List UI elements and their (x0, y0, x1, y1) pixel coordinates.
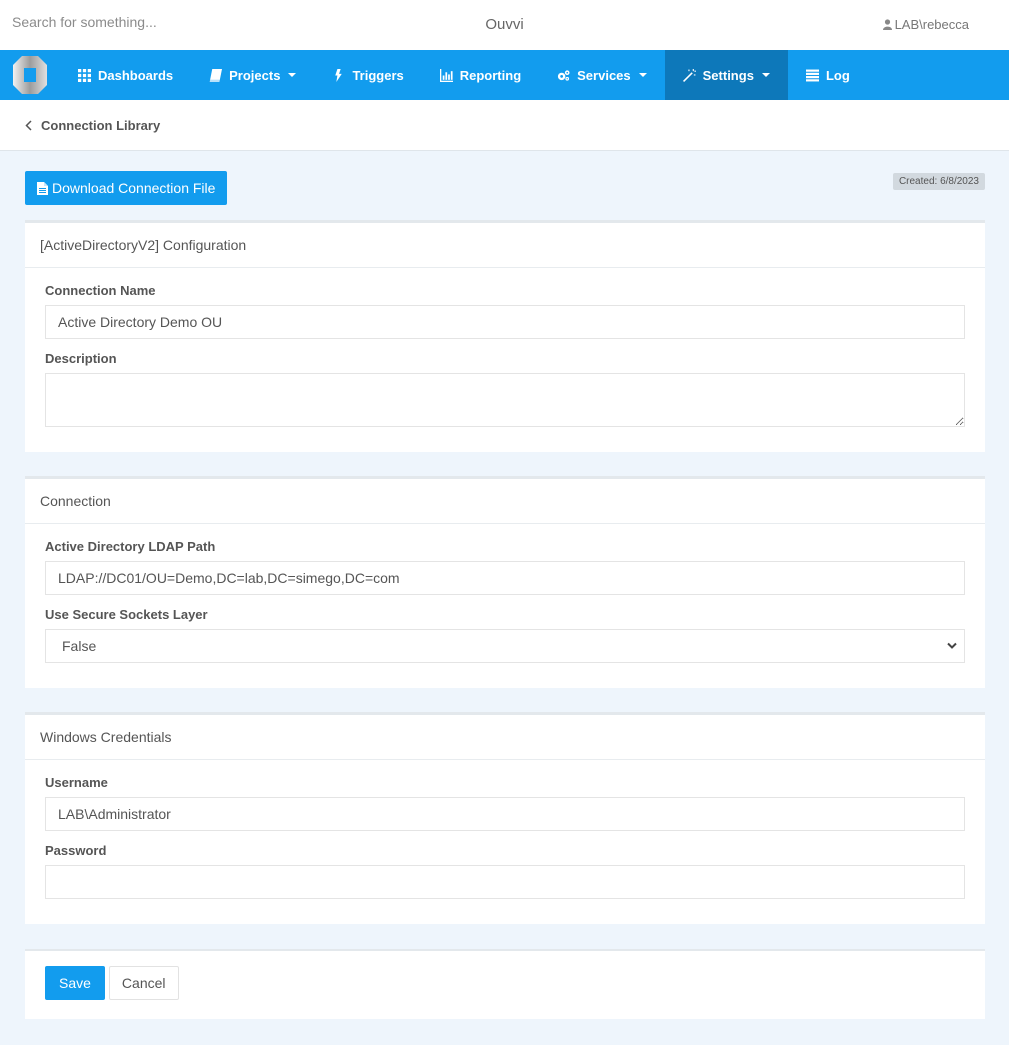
nav-log[interactable]: Log (788, 50, 868, 100)
download-connection-file-button[interactable]: Download Connection File (25, 171, 228, 205)
nav-label: Dashboards (98, 67, 174, 83)
ldap-path-label: Active Directory LDAP Path (45, 539, 216, 554)
file-icon (37, 181, 48, 195)
caret-down-icon (761, 73, 770, 77)
chevron-left-icon[interactable] (25, 119, 32, 131)
configuration-panel: [ActiveDirectoryV2] Configuration Connec… (25, 220, 985, 452)
nav-services[interactable]: Services (539, 50, 665, 100)
magic-wand-icon (682, 68, 696, 82)
username-label: LAB\rebecca (894, 17, 969, 32)
description-label: Description (45, 351, 117, 366)
ldap-path-input[interactable] (45, 561, 965, 595)
nav-dashboards[interactable]: Dashboards (60, 50, 191, 100)
caret-down-icon (638, 73, 647, 77)
password-label: Password (45, 843, 107, 858)
description-textarea[interactable] (45, 373, 965, 427)
user-menu[interactable]: LAB\rebecca (882, 17, 969, 32)
ouvvi-logo[interactable] (0, 50, 60, 100)
nav-label: Settings (702, 67, 754, 83)
username-label: Username (45, 775, 108, 790)
panel-title: Windows Credentials (25, 715, 985, 760)
nav-settings[interactable]: Settings (664, 50, 788, 100)
ssl-select[interactable]: False (45, 629, 965, 663)
nav-label: Reporting (459, 67, 522, 83)
cogs-icon (558, 69, 570, 81)
nav-label: Log (825, 67, 850, 83)
top-bar: Ouvvi LAB\rebecca (0, 0, 1009, 50)
nav-reporting[interactable]: Reporting (422, 50, 539, 100)
panel-title: Connection (25, 479, 985, 524)
bolt-icon (335, 68, 343, 82)
form-actions: Save Cancel (25, 949, 985, 1019)
bar-chart-icon (439, 68, 453, 82)
grid-icon (78, 68, 91, 82)
breadcrumb: Connection Library (0, 100, 1009, 151)
password-input[interactable] (45, 865, 965, 899)
user-icon (882, 19, 892, 30)
nav-triggers[interactable]: Triggers (314, 50, 421, 100)
nav-label: Projects (229, 67, 281, 83)
book-icon (209, 68, 223, 82)
windows-credentials-panel: Windows Credentials Username Password (25, 712, 985, 924)
connection-panel: Connection Active Directory LDAP Path Us… (25, 476, 985, 688)
connection-name-input[interactable] (45, 305, 965, 339)
ssl-label: Use Secure Sockets Layer (45, 607, 208, 622)
main-content: Download Connection File Created: 6/8/20… (0, 151, 1009, 1019)
nav-projects[interactable]: Projects (191, 50, 314, 100)
username-input[interactable] (45, 797, 965, 831)
main-navbar: Dashboards Projects Triggers Reporting S… (0, 50, 1009, 100)
panel-title: [ActiveDirectoryV2] Configuration (25, 223, 985, 268)
download-label: Download Connection File (52, 180, 216, 196)
connection-name-label: Connection Name (45, 283, 156, 298)
created-badge: Created: 6/8/2023 (892, 173, 985, 190)
nav-label: Triggers (352, 67, 404, 83)
search-input[interactable] (12, 14, 312, 30)
cancel-button[interactable]: Cancel (108, 966, 179, 1000)
caret-down-icon (288, 73, 297, 77)
list-icon (805, 69, 819, 81)
save-button[interactable]: Save (45, 966, 105, 1000)
breadcrumb-connection-library[interactable]: Connection Library (41, 118, 160, 133)
logo-icon (13, 56, 47, 94)
nav-label: Services (577, 67, 631, 83)
